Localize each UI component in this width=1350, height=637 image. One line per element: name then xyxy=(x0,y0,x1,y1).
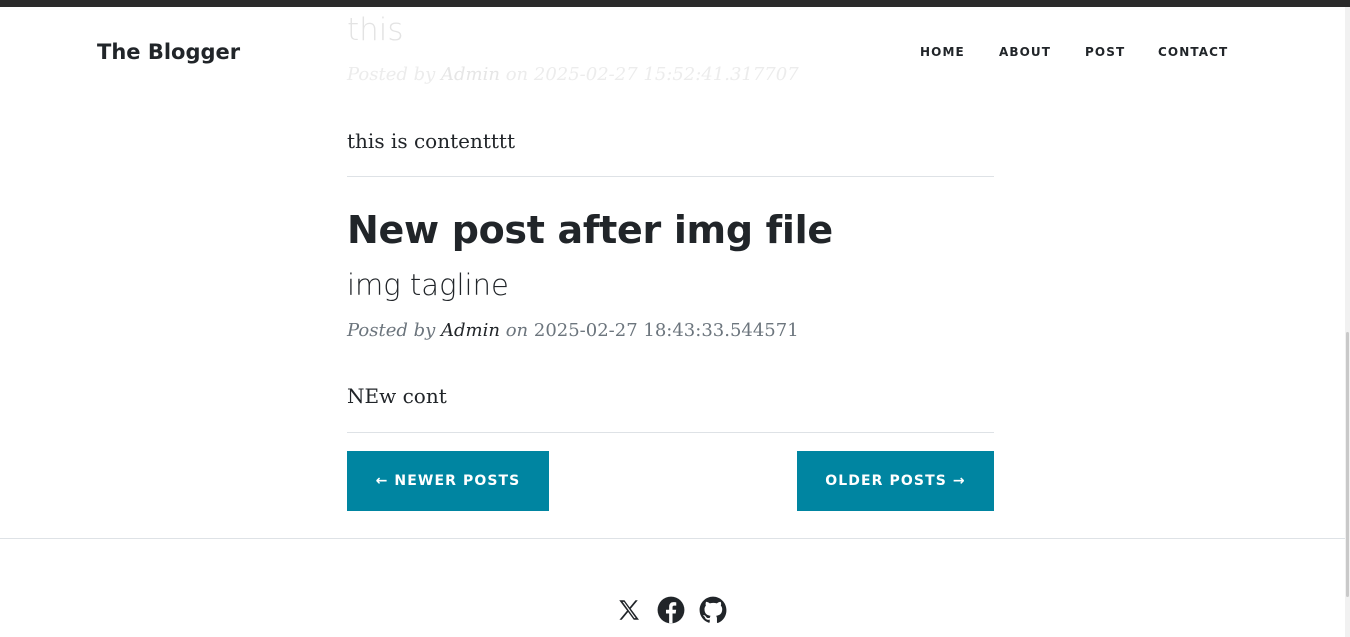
meta-prefix: Posted by xyxy=(347,320,436,341)
post-content: NEw cont xyxy=(347,384,447,408)
nav-home[interactable]: HOME xyxy=(920,45,965,59)
scrollbar[interactable] xyxy=(1345,7,1350,637)
older-posts-button[interactable]: OLDER POSTS → xyxy=(797,451,994,511)
post-meta: Posted by Admin on 2025-02-27 18:43:33.5… xyxy=(347,320,799,341)
browser-top-strip xyxy=(0,0,1350,7)
post-date: 2025-02-27 18:43:33.544571 xyxy=(533,320,799,341)
post-divider xyxy=(347,432,994,433)
nav-about[interactable]: ABOUT xyxy=(999,45,1051,59)
x-icon[interactable] xyxy=(614,595,644,625)
meta-on: on xyxy=(505,320,529,341)
nav-post[interactable]: POST xyxy=(1085,45,1125,59)
scrollbar-thumb[interactable] xyxy=(1346,332,1349,597)
post-divider xyxy=(347,176,994,177)
nav-contact[interactable]: CONTACT xyxy=(1158,45,1228,59)
post-subtitle[interactable]: img tagline xyxy=(347,268,509,302)
post-content: this is contentttt xyxy=(347,129,515,153)
navbar: The Blogger HOME ABOUT POST CONTACT xyxy=(0,7,1345,97)
author-link[interactable]: Admin xyxy=(441,320,500,341)
newer-posts-button[interactable]: ← NEWER POSTS xyxy=(347,451,549,511)
facebook-icon[interactable] xyxy=(656,595,686,625)
post-title[interactable]: New post after img file xyxy=(347,208,833,252)
brand-logo[interactable]: The Blogger xyxy=(97,40,240,64)
github-icon[interactable] xyxy=(698,595,728,625)
footer-divider xyxy=(0,538,1345,539)
